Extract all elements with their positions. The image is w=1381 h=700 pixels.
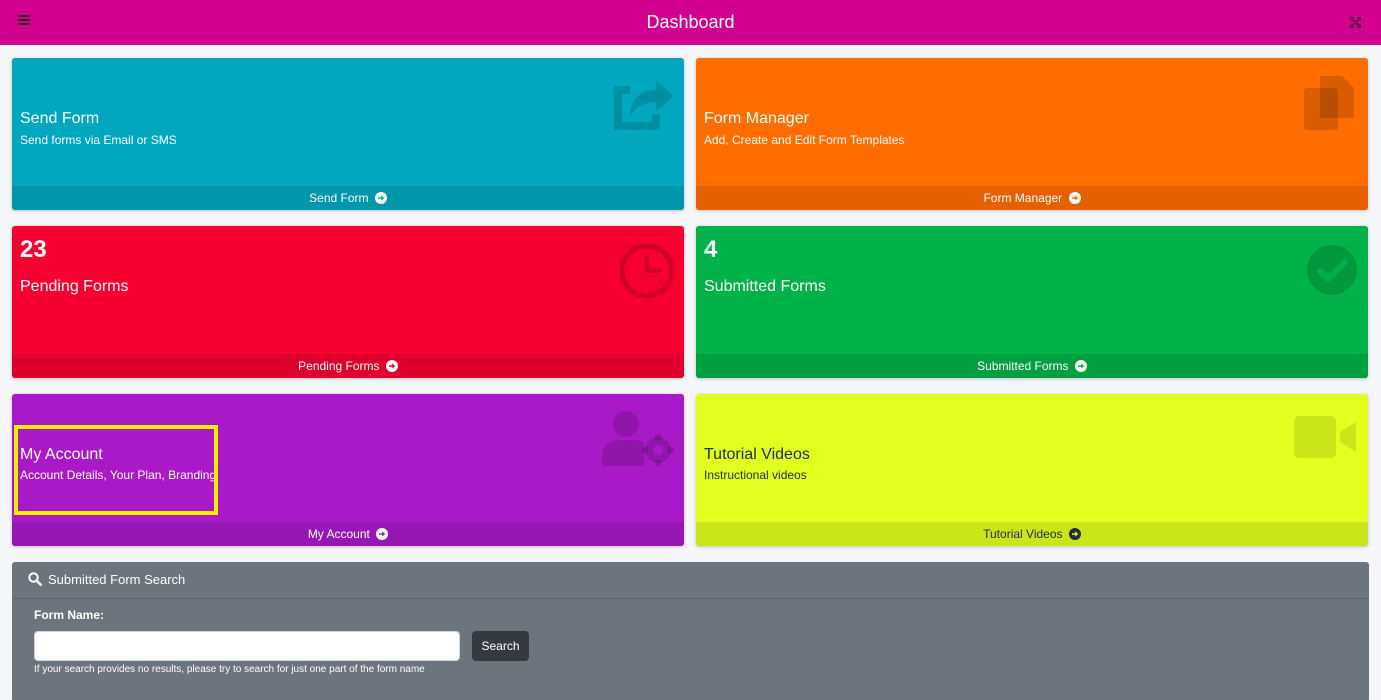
form-name-label: Form Name: xyxy=(34,608,105,622)
arrow-circle-right-icon xyxy=(385,360,398,372)
search-panel-title: Submitted Form Search xyxy=(48,572,186,587)
search-help-text: If your search provides no results, plea… xyxy=(34,664,425,675)
my-account-card[interactable]: My Account Account Details, Your Plan, B… xyxy=(12,394,684,546)
clock-icon xyxy=(618,242,676,305)
arrow-circle-right-icon xyxy=(376,528,389,540)
send-form-card[interactable]: Send Form Send forms via Email or SMS Se… xyxy=(12,58,684,210)
card-title: My Account xyxy=(20,446,103,463)
submitted-forms-footer-link[interactable]: Submitted Forms xyxy=(696,354,1368,378)
submitted-forms-card[interactable]: 4 Submitted Forms Submitted Forms xyxy=(696,226,1368,378)
pending-count: 23 xyxy=(20,236,47,263)
form-manager-footer-link[interactable]: Form Manager xyxy=(696,186,1368,210)
card-title: Submitted Forms xyxy=(704,278,826,295)
footer-label: Form Manager xyxy=(983,191,1063,205)
form-manager-card[interactable]: Form Manager Add, Create and Edit Form T… xyxy=(696,58,1368,210)
search-icon xyxy=(28,572,42,591)
arrow-circle-right-icon xyxy=(1068,192,1081,204)
card-subtitle: Add, Create and Edit Form Templates xyxy=(704,133,905,147)
card-subtitle: Instructional videos xyxy=(704,468,807,482)
submitted-count: 4 xyxy=(704,236,718,263)
arrow-circle-right-icon xyxy=(1068,528,1081,540)
search-panel-header: Submitted Form Search xyxy=(12,562,1369,599)
card-subtitle: Send forms via Email or SMS xyxy=(20,133,177,147)
tutorial-videos-card[interactable]: Tutorial Videos Instructional videos Tut… xyxy=(696,394,1368,546)
footer-label: Pending Forms xyxy=(298,359,380,373)
pending-forms-footer-link[interactable]: Pending Forms xyxy=(12,354,684,378)
form-name-input[interactable] xyxy=(34,631,460,661)
card-title: Send Form xyxy=(20,110,100,127)
page-title: Dashboard xyxy=(646,12,735,32)
footer-label: My Account xyxy=(307,527,370,541)
check-circle-icon xyxy=(1306,244,1358,301)
top-navbar: Dashboard xyxy=(0,0,1381,45)
copy-icon xyxy=(1302,74,1358,137)
fullscreen-icon[interactable] xyxy=(1349,16,1362,29)
search-button[interactable]: Search xyxy=(472,631,529,661)
footer-label: Send Form xyxy=(309,191,369,205)
pending-forms-card[interactable]: 23 Pending Forms Pending Forms xyxy=(12,226,684,378)
send-form-footer-link[interactable]: Send Form xyxy=(12,186,684,210)
submitted-form-search-panel: Submitted Form Search Form Name: Search … xyxy=(12,562,1369,700)
card-subtitle: Account Details, Your Plan, Branding xyxy=(20,468,217,482)
user-cog-icon xyxy=(602,410,676,473)
footer-label: Submitted Forms xyxy=(977,359,1069,373)
card-title: Tutorial Videos xyxy=(704,446,810,463)
tutorial-videos-footer-link[interactable]: Tutorial Videos xyxy=(696,522,1368,546)
card-title: Pending Forms xyxy=(20,278,129,295)
arrow-circle-right-icon xyxy=(1074,360,1087,372)
share-icon xyxy=(608,72,674,137)
card-title: Form Manager xyxy=(704,110,809,127)
footer-label: Tutorial Videos xyxy=(983,527,1063,541)
video-icon xyxy=(1292,414,1358,467)
my-account-footer-link[interactable]: My Account xyxy=(12,522,684,546)
arrow-circle-right-icon xyxy=(374,192,387,204)
